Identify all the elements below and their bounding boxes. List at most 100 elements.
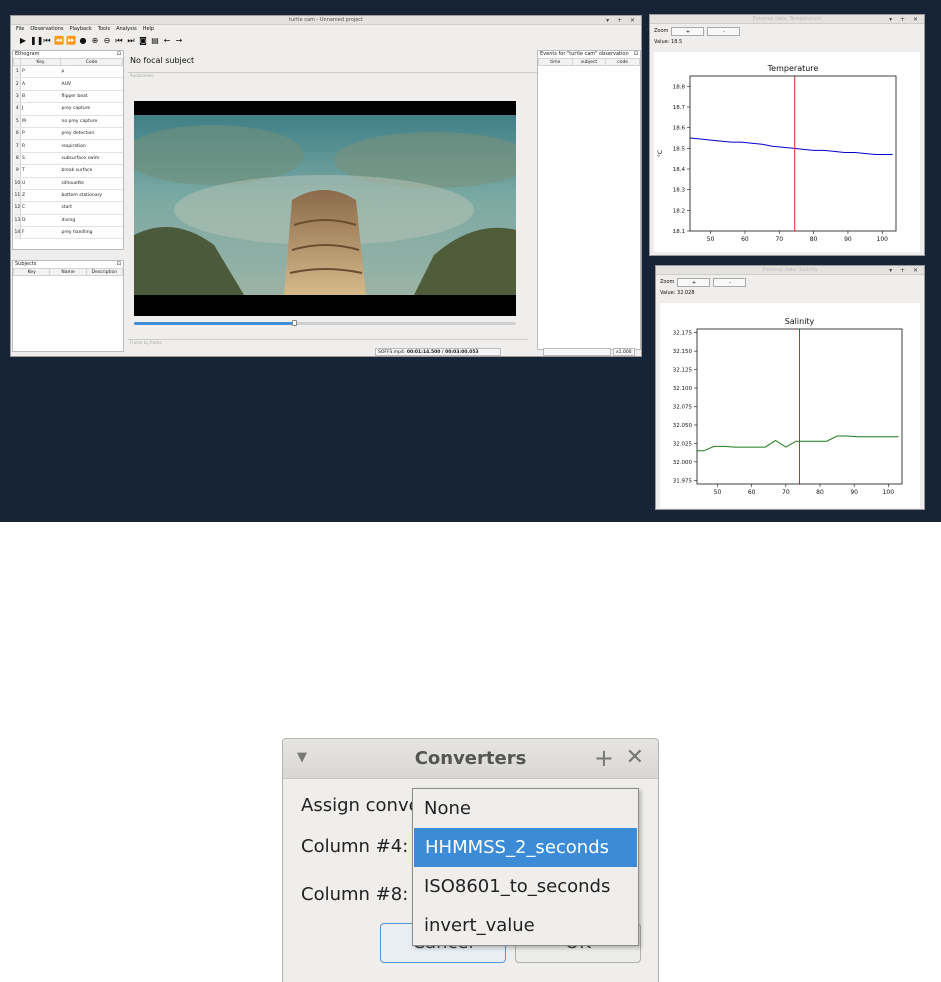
dropdown-option-hhmmss-2-seconds[interactable]: HHMMSS_2_seconds <box>414 828 637 867</box>
row-number: 1 <box>13 65 21 79</box>
behavior-key: D <box>20 214 61 228</box>
x-tick-label: 70 <box>775 236 783 243</box>
ethogram-row[interactable]: 9 Tbreak surface <box>13 164 123 178</box>
speed-down-icon[interactable]: ⊖ <box>102 36 112 46</box>
window-controls[interactable]: ▾ + ✕ <box>889 15 921 24</box>
menu-playback[interactable]: Playback <box>69 25 91 34</box>
seek-handle[interactable] <box>292 320 298 326</box>
previous-media-icon[interactable]: ⏮ <box>114 36 124 46</box>
frame-icon[interactable]: ▤ <box>150 36 160 46</box>
behavior-key: A <box>20 77 61 91</box>
behavior-key: F <box>20 226 61 240</box>
temperature-chart-title: Temperature <box>767 64 819 73</box>
dock-close-icon[interactable]: ⊡ <box>117 51 121 58</box>
dock-close-icon[interactable]: ⊡ <box>117 261 121 268</box>
salinity-window: External data: Salinity ▾ + ✕ Zoom + - V… <box>655 265 925 510</box>
menu-file[interactable]: File <box>16 25 24 34</box>
y-tick-label: 18.2 <box>673 208 685 214</box>
zoom-out-button[interactable]: - <box>707 26 741 36</box>
menu-help[interactable]: Help <box>143 25 154 34</box>
column-header-name[interactable]: Name <box>49 268 87 276</box>
zoom-in-button[interactable]: + <box>677 277 711 287</box>
window-controls[interactable]: ▾ + ✕ <box>606 16 638 25</box>
behavior-code: prey handling <box>60 226 123 240</box>
converter-dropdown-list: None HHMMSS_2_seconds ISO8601_to_seconds… <box>412 788 639 946</box>
y-tick-label: 32.000 <box>673 460 693 466</box>
dropdown-option-iso8601-to-seconds[interactable]: ISO8601_to_seconds <box>413 867 638 906</box>
ethogram-row[interactable]: 11 Zbottom stationary <box>13 189 123 203</box>
behavior-code: respiration <box>60 139 123 153</box>
speed-up-icon[interactable]: ⊕ <box>90 36 100 46</box>
y-tick-label: 18.4 <box>673 167 686 173</box>
ethogram-row[interactable]: 8 Ssubsurface swim <box>13 152 123 166</box>
x-tick-label: 100 <box>877 236 889 243</box>
dock-close-icon[interactable]: ⊡ <box>634 51 638 58</box>
y-tick-label: 32.075 <box>673 405 693 411</box>
column-header-key[interactable]: Key <box>20 58 61 66</box>
behavior-key: B <box>20 90 61 104</box>
rewind-icon[interactable]: ⏪ <box>54 36 64 46</box>
next-media-icon[interactable]: ⏭ <box>126 36 136 46</box>
forward-icon[interactable]: ⏩ <box>66 36 76 46</box>
column-header-code[interactable]: code <box>605 58 640 66</box>
dropdown-option-invert-value[interactable]: invert_value <box>413 906 638 945</box>
ethogram-row[interactable]: 5 Mno prey capture <box>13 115 123 128</box>
column-header-time[interactable]: time <box>538 58 573 66</box>
ethogram-row[interactable]: 12 Cstart <box>13 201 123 215</box>
behavior-code: AUV <box>60 77 123 91</box>
ethogram-row[interactable]: 13 Ddiving <box>13 214 123 228</box>
behavior-key: P <box>20 127 61 141</box>
column-header-key[interactable]: Key <box>12 268 51 276</box>
column-header-description[interactable]: Description <box>85 268 124 276</box>
maximize-icon[interactable]: + <box>594 744 614 772</box>
dropdown-option-none[interactable]: None <box>413 789 638 828</box>
y-tick-label: 18.1 <box>673 229 685 235</box>
menu-tools[interactable]: Tools <box>98 25 110 34</box>
x-tick-label: 60 <box>748 489 756 496</box>
row-number: 14 <box>13 226 21 240</box>
snapshot-icon[interactable]: ◙ <box>138 36 148 46</box>
x-tick-label: 60 <box>741 236 749 243</box>
jump-forward-icon[interactable]: → <box>174 36 184 46</box>
seek-progress <box>134 322 295 325</box>
column-header-code[interactable]: Code <box>60 58 123 66</box>
seek-slider[interactable] <box>134 320 516 326</box>
pause-icon[interactable]: ❚❚ <box>30 36 43 46</box>
menu-observations[interactable]: Observations <box>30 25 63 34</box>
close-icon[interactable]: ✕ <box>626 744 644 772</box>
play-icon[interactable]: ▶ <box>18 36 28 46</box>
x-tick-label: 50 <box>707 236 715 243</box>
behavior-key: M <box>20 115 61 128</box>
zoom-out-button[interactable]: - <box>713 277 747 287</box>
ethogram-row[interactable]: 7 Rrespiration <box>13 139 123 153</box>
ethogram-row[interactable]: 1Pp <box>13 65 123 79</box>
ethogram-row[interactable]: 10 Usilhouette <box>13 177 123 190</box>
y-tick-label: 32.100 <box>673 386 693 392</box>
ethogram-row[interactable]: 6 Pprey detection <box>13 127 123 141</box>
ethogram-row[interactable]: 4 Jprey capture <box>13 102 123 116</box>
video-player[interactable] <box>134 101 516 316</box>
ethogram-table: Key Code 1 Pp 2 A AUV 3 Bflipper beat 4 Jprey ca… <box>13 58 123 240</box>
y-tick-label: 18.8 <box>673 84 686 90</box>
behavior-code: silhouette <box>60 177 123 190</box>
behavior-code: no prey capture <box>60 115 123 128</box>
subjects-dock: Subjects ⊡ Key Name Description <box>12 260 124 352</box>
ethogram-row[interactable]: 14 Fprey handling <box>13 226 123 240</box>
jump-back-icon[interactable]: ← <box>162 36 172 46</box>
behavior-code: diving <box>60 214 123 228</box>
column-header-subject[interactable]: subject <box>571 58 607 66</box>
reset-icon[interactable]: ⏮ <box>42 36 52 46</box>
window-controls[interactable]: ▾ + ✕ <box>889 266 921 275</box>
behavior-key: J <box>20 102 61 116</box>
zoom-row: Zoom + - <box>650 24 924 38</box>
column-8-label: Column #8: <box>301 884 409 905</box>
speed-equal-icon[interactable]: ● <box>78 36 88 46</box>
zoom-in-button[interactable]: + <box>671 26 705 36</box>
desktop: turtle cam - Unnamed project ▾ + ✕ File … <box>0 0 941 522</box>
salinity-plot-area: Salinity 50 60 70 80 90 100 31.975 32.000 32.025 3… <box>660 303 920 508</box>
ethogram-row[interactable]: 2 A AUV <box>13 77 123 91</box>
ethogram-row[interactable]: 3 Bflipper beat <box>13 90 123 104</box>
main-window-title: turtle cam - Unnamed project <box>289 17 363 23</box>
menu-analysis[interactable]: Analysis <box>116 25 137 34</box>
row-number: 5 <box>13 115 21 128</box>
